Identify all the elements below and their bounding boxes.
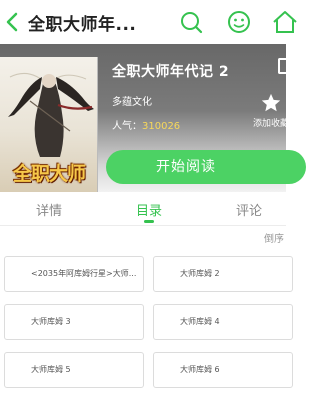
page-title: 全职大师年... (28, 15, 137, 35)
tab-catalog[interactable]: 目录 (136, 200, 162, 219)
chapter-item[interactable]: <2035年阿库姆行星>大师... (4, 256, 144, 292)
top-bar: 全职大师年... (0, 0, 297, 44)
cover-illustration (8, 72, 94, 157)
book-author[interactable]: 多蕴文化 (112, 93, 152, 108)
face-icon[interactable] (226, 9, 252, 35)
collect-label[interactable]: 添加收藏 (253, 116, 286, 129)
search-icon[interactable] (178, 9, 204, 35)
chapter-item[interactable]: 大师库姆 3 (4, 304, 144, 340)
tab-bar: 详情 目录 评论 (0, 192, 286, 226)
chapter-item[interactable]: 大师库姆 4 (153, 304, 293, 340)
chapter-item[interactable]: 大师库姆 6 (153, 352, 293, 388)
chapter-item[interactable]: 大师库姆 5 (4, 352, 144, 388)
start-reading-button[interactable]: 开始阅读 (106, 150, 306, 184)
share-icon[interactable] (278, 58, 286, 74)
home-icon[interactable] (272, 9, 298, 35)
tab-comments[interactable]: 评论 (236, 200, 262, 219)
cover-logo: 全职大师 (12, 163, 86, 185)
star-icon[interactable] (260, 92, 282, 114)
chapter-item[interactable]: 大师库姆 2 (153, 256, 293, 292)
back-arrow-icon[interactable] (2, 10, 22, 34)
book-title: 全职大师年代记 2 (112, 64, 230, 80)
popularity-value: 310026 (142, 121, 181, 132)
book-cover[interactable]: 全职大师 (0, 57, 98, 192)
active-tab-indicator (144, 220, 154, 223)
sort-toggle[interactable]: 倒序 (264, 230, 284, 245)
tab-details[interactable]: 详情 (36, 200, 62, 219)
popularity-label: 人气： (112, 121, 142, 132)
start-reading-label: 开始阅读 (156, 159, 216, 175)
popularity: 人气：310026 (112, 117, 180, 132)
